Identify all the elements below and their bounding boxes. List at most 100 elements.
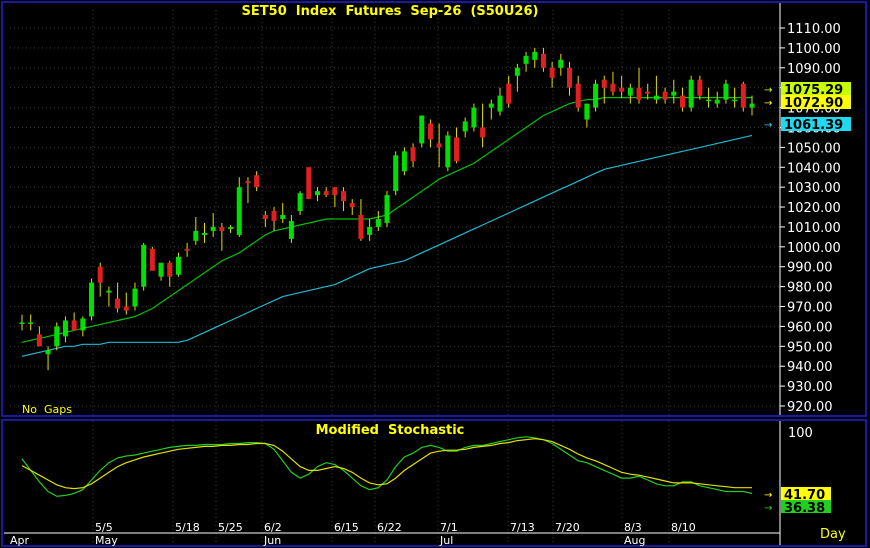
candle-body-up (28, 322, 34, 324)
candle-body-up (653, 95, 659, 100)
candle-body-up (375, 218, 381, 227)
candle (740, 81, 746, 112)
candle-body-up (280, 215, 286, 219)
candle (488, 99, 494, 120)
candle (445, 131, 451, 172)
candlesticks (19, 47, 755, 371)
candle (575, 75, 581, 112)
date-tick-label: 7/1 (440, 521, 458, 534)
candle-body-up (54, 326, 60, 347)
date-tick-label: 7/20 (555, 521, 580, 534)
price-grid (10, 10, 780, 415)
candle (427, 119, 433, 148)
candle-body-up (401, 151, 407, 172)
stochastic-value-text: 36.38 (784, 501, 825, 516)
candle-body-down (167, 262, 173, 277)
candle-body-down (427, 123, 433, 140)
candle (532, 47, 538, 68)
candle (375, 211, 381, 231)
candle-body-down (123, 306, 129, 311)
stoch-axis-100: 100 (788, 426, 813, 441)
month-label: Jun (263, 534, 281, 547)
price-panel-frame (1, 1, 867, 417)
candle-body-down (254, 175, 260, 188)
candle (19, 314, 25, 331)
date-tick-label: 5/18 (175, 521, 200, 534)
candle (549, 61, 555, 88)
candle (401, 147, 407, 176)
candle (723, 79, 729, 104)
stochastic-k-line (21, 436, 753, 497)
candle (28, 314, 34, 331)
last-price-labels: 1075.29→1072.90→1061.39→ (764, 82, 851, 133)
candle (653, 75, 659, 104)
price-tick-label: 1040.00 (787, 161, 841, 176)
candle (514, 63, 520, 92)
candle-body-down (219, 226, 225, 231)
last-price-text: 1061.39 (784, 118, 843, 133)
candle-body-down (610, 83, 616, 92)
candle-body-down (262, 215, 268, 219)
date-tick-label: 6/22 (377, 521, 402, 534)
candle (497, 87, 503, 116)
price-tick-label: 940.00 (787, 360, 833, 375)
month-label: Aug (624, 534, 645, 547)
date-tick-label: 5/25 (218, 521, 243, 534)
candle-body-up (671, 91, 677, 96)
candle (462, 117, 468, 138)
candle-body-up (749, 103, 755, 108)
candle-body-up (419, 115, 425, 144)
candle (202, 222, 207, 243)
candle (610, 71, 616, 96)
price-tick-label: 1000.00 (787, 241, 841, 256)
candle-body-up (141, 244, 147, 287)
candle-body-down (619, 87, 625, 92)
candle-body-up (706, 99, 712, 102)
candle (341, 187, 347, 212)
candle-body-up (471, 107, 477, 128)
price-tick-label: 930.00 (787, 380, 833, 395)
candle (280, 203, 286, 223)
candle-body-down (679, 95, 685, 108)
candle (358, 199, 364, 241)
price-marker-arrow: → (764, 120, 772, 131)
date-tick-label: 6/15 (334, 521, 359, 534)
candle (62, 316, 68, 343)
candle-body-down (71, 320, 77, 331)
candle-body-up (488, 103, 494, 108)
price-tick-label: 1030.00 (787, 181, 841, 196)
candle-body-up (89, 282, 95, 317)
candle-body-up (445, 135, 451, 168)
chart-canvas: 920.00 930.00 940.00 950.00 960.00 970.00 980.… (1, 1, 867, 547)
no-gaps-note: No Gaps (22, 403, 72, 416)
candle-body-up (288, 220, 294, 239)
price-tick-label: 920.00 (787, 400, 833, 415)
candle-body-down (697, 79, 703, 96)
candle (115, 282, 121, 313)
candle (662, 87, 668, 104)
candle (36, 326, 42, 347)
price-tick-label: 960.00 (787, 320, 833, 335)
candle-body-up (297, 193, 303, 212)
candle (97, 262, 103, 297)
candle (306, 167, 312, 200)
candle (506, 75, 512, 108)
candle (540, 47, 546, 72)
candle-body-up (384, 195, 390, 223)
candle-body-up (462, 121, 468, 132)
price-tick-label: 980.00 (787, 281, 833, 296)
candle (54, 322, 60, 351)
candle (419, 115, 425, 148)
candle-body-up (714, 99, 720, 104)
candle (245, 177, 251, 204)
candle (271, 207, 277, 231)
candle (593, 79, 599, 112)
candle (123, 292, 129, 315)
candle-body-up (558, 59, 564, 68)
candle-body-down (506, 83, 512, 104)
price-marker-arrow: → (764, 85, 772, 96)
candle-body-up (236, 187, 242, 235)
stochastic-value-labels: 41.70→36.38→ (764, 487, 831, 516)
candle-body-down (645, 91, 651, 94)
candle (636, 67, 642, 104)
